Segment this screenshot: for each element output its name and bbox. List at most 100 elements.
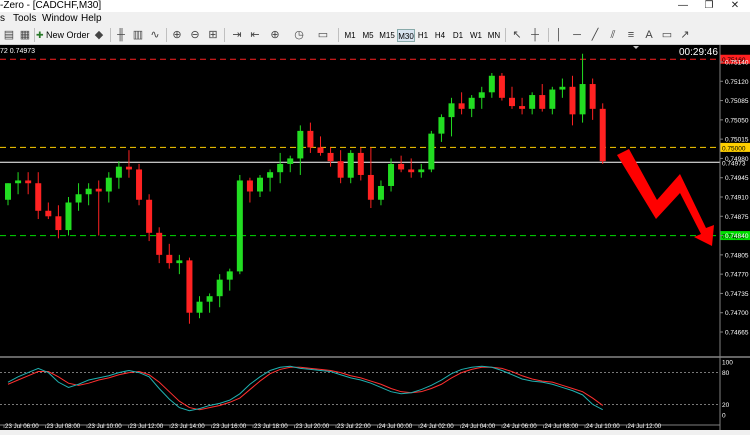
arrows-icon[interactable]: ↗ <box>678 28 692 42</box>
crosshair-icon[interactable]: ┼ <box>528 28 542 42</box>
candle-body <box>418 169 425 173</box>
chart-window[interactable]: 0.75160 0.75000 0.74973 0.74840 100 80 20 0 0.… <box>0 45 750 430</box>
candle-body <box>257 177 263 192</box>
title-bar: -Zero - [CADCHF,M30] — ❐ ✕ <box>0 0 750 12</box>
vertical-line-icon[interactable]: │ <box>552 28 566 42</box>
price-axis-label: 0.74875 <box>725 214 749 221</box>
new-order-icon: ✚ <box>36 30 47 40</box>
zoom-out-icon[interactable]: ⊖ <box>188 28 202 42</box>
bar-chart-icon[interactable]: ╫ <box>114 28 128 42</box>
toolbar-separator <box>338 28 339 42</box>
oscillator-scale-label: 0 <box>722 413 726 420</box>
text-label-icon[interactable]: ▭ <box>660 28 674 42</box>
time-axis-label: 24 Jul 08:00 <box>545 423 579 430</box>
candle-body <box>287 158 294 164</box>
time-axis-label: 23 Jul 20:00 <box>296 423 330 430</box>
price-axis-label: 0.74945 <box>725 175 749 182</box>
candle-body <box>15 180 22 184</box>
candle-body <box>125 166 132 170</box>
indicators-icon[interactable]: ⊕ <box>268 28 282 42</box>
timeframe-mn-button[interactable]: MN <box>486 29 502 42</box>
text-tool-icon[interactable]: A <box>642 28 656 42</box>
toolbar-separator <box>110 28 111 42</box>
minimize-button[interactable]: — <box>670 0 696 12</box>
time-axis-label: 23 Jul 06:00 <box>5 423 39 430</box>
price-axis-label: 0.75050 <box>725 117 749 124</box>
candle-body <box>156 232 163 255</box>
templates-icon[interactable]: ▭ <box>316 28 330 42</box>
price-axis-label: 0.75140 <box>725 60 749 67</box>
bar-countdown-timer: 00:29:46 <box>679 47 718 58</box>
toolbar: ▤ ▦ ✚ New Order ◆ ╫ ▥ ∿ ⊕ ⊖ ⊞ ⇥ ⇤ ⊕ ◷ ▭ … <box>0 25 750 45</box>
candle-body <box>337 161 344 178</box>
candle-body <box>367 174 374 200</box>
candle-body <box>529 95 536 109</box>
candle-body <box>206 296 213 302</box>
candle-body <box>559 86 566 90</box>
oscillator-scale-label: 100 <box>722 360 733 367</box>
candle-body <box>105 177 112 192</box>
candle-body <box>297 130 304 159</box>
price-axis-label: 0.74840 <box>725 233 749 240</box>
candle-body <box>428 133 435 170</box>
timeframe-m30-button[interactable]: M30 <box>397 29 415 42</box>
price-axis-label: 0.74700 <box>725 310 749 317</box>
candle-body <box>468 97 475 109</box>
candle-body <box>498 75 505 98</box>
timeframe-w1-button[interactable]: W1 <box>469 29 483 42</box>
time-axis-label: 23 Jul 12:00 <box>130 423 164 430</box>
candle-body <box>226 271 233 280</box>
trendline-icon[interactable]: ╱ <box>588 28 602 42</box>
autotrading-icon[interactable]: ◆ <box>92 28 106 42</box>
candle-body <box>539 95 546 109</box>
menu-charts[interactable]: s <box>0 12 5 25</box>
timeframe-h4-button[interactable]: H4 <box>433 29 447 42</box>
candle-body <box>478 92 485 98</box>
candle-body <box>488 75 495 93</box>
candle-body <box>246 180 253 192</box>
menu-tools[interactable]: Tools <box>13 12 36 25</box>
menu-window[interactable]: Window <box>42 12 78 25</box>
timeframe-d1-button[interactable]: D1 <box>451 29 465 42</box>
close-button[interactable]: ✕ <box>722 0 748 12</box>
timeframe-m1-button[interactable]: M1 <box>342 29 358 42</box>
candle-body <box>327 152 334 162</box>
candle-body <box>357 152 364 175</box>
periods-icon[interactable]: ◷ <box>292 28 306 42</box>
price-axis-label: 0.74735 <box>725 291 749 298</box>
candle-body <box>509 97 515 107</box>
price-axis-label: 0.75085 <box>725 98 749 105</box>
fibonacci-icon[interactable]: ≡ <box>624 28 638 42</box>
timeframe-h1-button[interactable]: H1 <box>416 29 430 42</box>
candle-body <box>75 194 82 203</box>
candle-body <box>388 163 395 186</box>
cursor-icon[interactable]: ↖ <box>510 28 524 42</box>
tile-windows-icon[interactable]: ⊞ <box>206 28 220 42</box>
candle-body <box>448 103 455 118</box>
price-chart[interactable]: 0.751600.750000.749730.74840 10080200 0.… <box>0 45 750 430</box>
menu-help[interactable]: Help <box>81 12 102 25</box>
equidistant-channel-icon[interactable]: ⫽ <box>606 28 620 42</box>
timeframe-m5-button[interactable]: M5 <box>360 29 376 42</box>
chart-shift-icon[interactable]: ⇤ <box>248 28 262 42</box>
candle-body <box>377 185 384 200</box>
oscillator-scale-label: 80 <box>722 370 730 377</box>
window-title: -Zero - [CADCHF,M30] <box>0 0 102 11</box>
zoom-in-icon[interactable]: ⊕ <box>170 28 184 42</box>
line-chart-icon[interactable]: ∿ <box>148 28 162 42</box>
autoscroll-icon[interactable]: ⇥ <box>230 28 244 42</box>
timeframe-m15-button[interactable]: M15 <box>378 29 396 42</box>
time-axis-label: 23 Jul 22:00 <box>337 423 371 430</box>
price-axis-label: 0.74805 <box>725 252 749 259</box>
maximize-button[interactable]: ❐ <box>696 0 722 12</box>
price-level-label: 0.75000 <box>722 145 746 152</box>
price-axis-label: 0.75120 <box>725 79 749 86</box>
profiles-icon[interactable]: ▦ <box>18 28 32 42</box>
new-order-button[interactable]: ✚ New Order <box>36 28 91 43</box>
horizontal-line-icon[interactable]: ─ <box>570 28 584 42</box>
candle-body <box>307 130 314 148</box>
candle-body <box>176 260 183 264</box>
candlestick-icon[interactable]: ▥ <box>131 28 145 42</box>
time-axis-label: 24 Jul 06:00 <box>503 423 537 430</box>
new-chart-icon[interactable]: ▤ <box>2 28 16 42</box>
